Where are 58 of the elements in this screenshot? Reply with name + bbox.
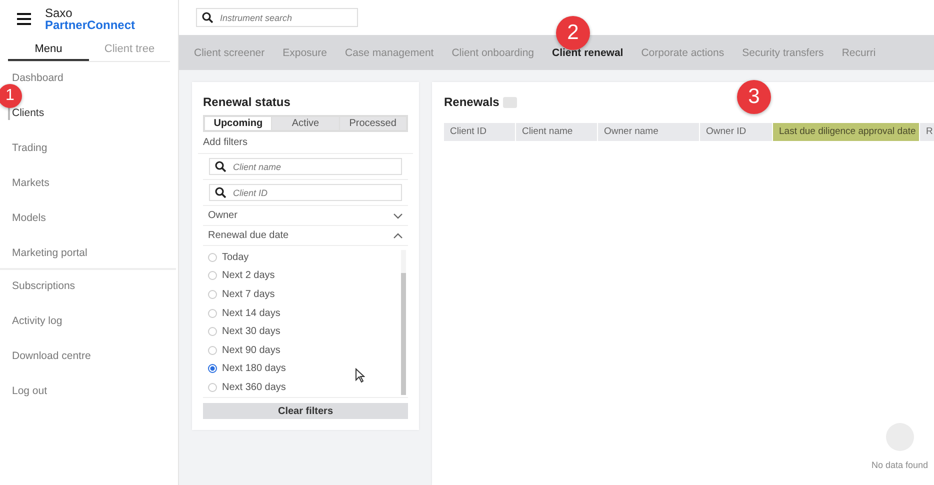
column-header[interactable]: R	[920, 123, 934, 141]
search-field[interactable]: Client ID	[209, 184, 402, 201]
brand-name: Saxo	[45, 7, 74, 19]
chevron-up-icon	[393, 232, 403, 238]
sidebar-item[interactable]: Subscriptions	[8, 280, 76, 293]
radio-option[interactable]: Next 2 days	[208, 266, 401, 286]
radio-option[interactable]: Next 7 days	[208, 285, 401, 304]
search-icon	[215, 161, 226, 172]
nav-tab[interactable]: Corporate actions	[632, 46, 734, 58]
nav-tab[interactable]: Client screener	[185, 46, 274, 58]
column-header[interactable]: Last due diligence approval date	[773, 123, 920, 141]
chevron-down-icon	[393, 212, 403, 218]
count-badge	[503, 96, 518, 108]
sidebar-item[interactable]: Activity log	[8, 315, 62, 328]
search-field[interactable]: Client name	[209, 158, 402, 175]
sidebar-item[interactable]: Dashboard	[8, 72, 64, 85]
nav-tab[interactable]: Security transfers	[733, 46, 833, 58]
brand-name: PartnerConnect	[45, 19, 136, 31]
nav-tab[interactable]: Client onboarding	[442, 46, 544, 58]
radio-option[interactable]: Today	[208, 248, 401, 267]
search-icon	[202, 12, 213, 23]
filter-heading: Add filters	[198, 132, 413, 154]
segment-tab[interactable]: Upcoming	[205, 117, 272, 130]
search-field[interactable]: Instrument search	[196, 8, 358, 27]
sidebar-item[interactable]: Download centre	[8, 350, 91, 363]
accordion-header[interactable]: Owner	[203, 206, 408, 226]
nav-tab[interactable]: Exposure	[274, 46, 336, 58]
accordion-label: Renewal due date	[208, 230, 289, 241]
sidebar-tab[interactable]: Menu	[8, 40, 89, 61]
sidebar-item[interactable]: Marketing portal	[8, 247, 88, 260]
panel-title: Renewal status	[203, 94, 292, 111]
cursor-icon	[355, 368, 365, 383]
sidebar-item[interactable]: Log out	[8, 385, 48, 398]
accordion-label: Owner	[208, 210, 238, 221]
radio-option[interactable]: Next 360 days	[208, 378, 401, 397]
scrollbar[interactable]	[401, 250, 406, 395]
menu-button[interactable]	[17, 13, 31, 25]
sidebar-tab[interactable]: Client tree	[89, 40, 170, 61]
sidebar-item[interactable]: Models	[8, 212, 46, 225]
accordion-header[interactable]: Renewal due date	[203, 226, 408, 246]
nav-tab[interactable]: Case management	[336, 46, 443, 58]
sidebar-item[interactable]: Trading	[8, 142, 48, 155]
empty-message: No data found	[871, 460, 928, 470]
segment-tab[interactable]: Processed	[340, 117, 406, 130]
search-icon	[215, 187, 226, 198]
radio-option[interactable]: Next 30 days	[208, 322, 401, 341]
radio-option[interactable]: Next 90 days	[208, 340, 401, 360]
column-header[interactable]: Owner name	[598, 123, 700, 141]
segment-tab[interactable]: Active	[272, 117, 339, 130]
radio-option[interactable]: Next 14 days	[208, 304, 401, 322]
column-header[interactable]: Client ID	[444, 123, 516, 141]
menu-icon	[17, 13, 31, 25]
column-header[interactable]: Client name	[516, 123, 598, 141]
panel-title: Renewals	[444, 95, 500, 109]
sidebar-item[interactable]: Markets	[8, 177, 50, 190]
nav-tab[interactable]: Recurri	[832, 46, 885, 58]
radio-option[interactable]: Next 180 days	[208, 360, 401, 378]
clear-filters-button[interactable]: Clear filters	[203, 403, 408, 419]
